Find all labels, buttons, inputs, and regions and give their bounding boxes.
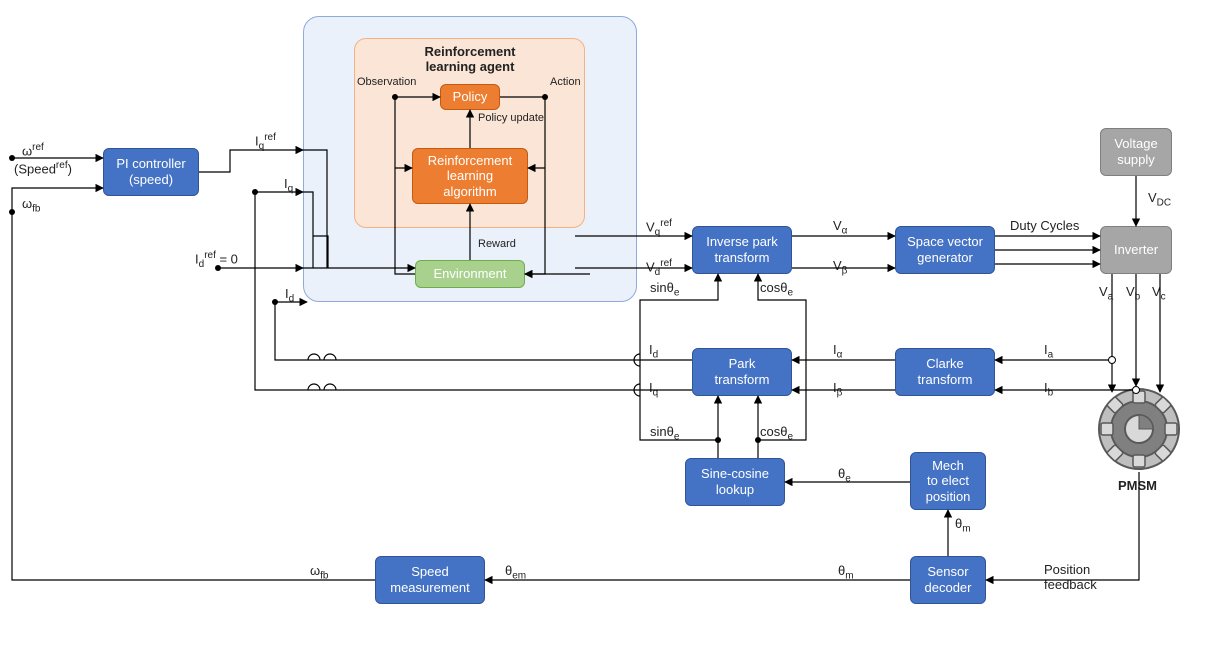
cos-theta-ipark-label: cosθe (760, 280, 793, 299)
iq2-label: Iq (649, 380, 658, 399)
space-vector-block: Space vectorgenerator (895, 226, 995, 274)
vd-ref-label: Vdref (646, 258, 672, 278)
sin-theta-park-label: sinθe (650, 424, 679, 443)
theta-m-label: θm (955, 516, 971, 535)
theta-m2-label: θm (838, 563, 854, 582)
vq-ref-label: Vqref (646, 218, 672, 238)
clarke-transform-block: Clarketransform (895, 348, 995, 396)
omega-fb-left-label: ωfb (22, 196, 41, 215)
pmsm-motor-icon (1096, 386, 1182, 475)
pi-controller-block: PI controller(speed) (103, 148, 199, 196)
theta-em-label: θem (505, 563, 526, 582)
id-ref-0-label: Idref = 0 (195, 250, 238, 270)
ia-label: Ia (1044, 342, 1053, 361)
vdc-label: VDC (1148, 190, 1171, 209)
sine-cosine-block: Sine-cosinelookup (685, 458, 785, 506)
diagram-canvas: Reinforcementlearning agent PI controlle… (0, 0, 1207, 658)
inverter-block: Inverter (1100, 226, 1172, 274)
id2-label: Id (649, 342, 658, 361)
duty-cycles-label: Duty Cycles (1010, 218, 1079, 233)
environment-block: Environment (415, 260, 525, 288)
omega-ref-label: ωref (22, 142, 44, 158)
vbeta-label: Vβ (833, 258, 847, 277)
cos-theta-park-label: cosθe (760, 424, 793, 443)
ibeta-label: Iβ (833, 380, 842, 399)
speed-measurement-block: Speedmeasurement (375, 556, 485, 604)
inverse-park-block: Inverse parktransform (692, 226, 792, 274)
valpha-label: Vα (833, 218, 847, 237)
policy-block: Policy (440, 84, 500, 110)
vb-label: Vb (1126, 284, 1140, 303)
va-label: Va (1099, 284, 1113, 303)
rl-agent-title: Reinforcementlearning agent (404, 44, 536, 74)
mech-to-elect-block: Mechto electposition (910, 452, 986, 510)
sin-theta-ipark-label: sinθe (650, 280, 679, 299)
observation-label: Observation (357, 76, 416, 88)
theta-e-label: θe (838, 466, 851, 485)
id-label: Id (285, 286, 294, 305)
reward-label: Reward (478, 238, 516, 250)
action-label: Action (550, 76, 581, 88)
vc-label: Vc (1152, 284, 1166, 303)
pmsm-label: PMSM (1118, 478, 1157, 493)
park-transform-block: Parktransform (692, 348, 792, 396)
sensor-decoder-block: Sensordecoder (910, 556, 986, 604)
rl-algorithm-block: Reinforcementlearningalgorithm (412, 148, 528, 204)
iq-label: Iq (284, 176, 293, 195)
ib-label: Ib (1044, 380, 1053, 399)
position-feedback-label: Positionfeedback (1044, 562, 1097, 592)
policy-update-label: Policy update (478, 113, 544, 124)
speed-ref-label: (Speedref) (14, 160, 72, 176)
ialpha-label: Iα (833, 342, 842, 361)
omega-fb2-label: ωfb (310, 563, 329, 582)
voltage-supply-block: Voltagesupply (1100, 128, 1172, 176)
iq-ref-label: Iqref (255, 132, 276, 152)
